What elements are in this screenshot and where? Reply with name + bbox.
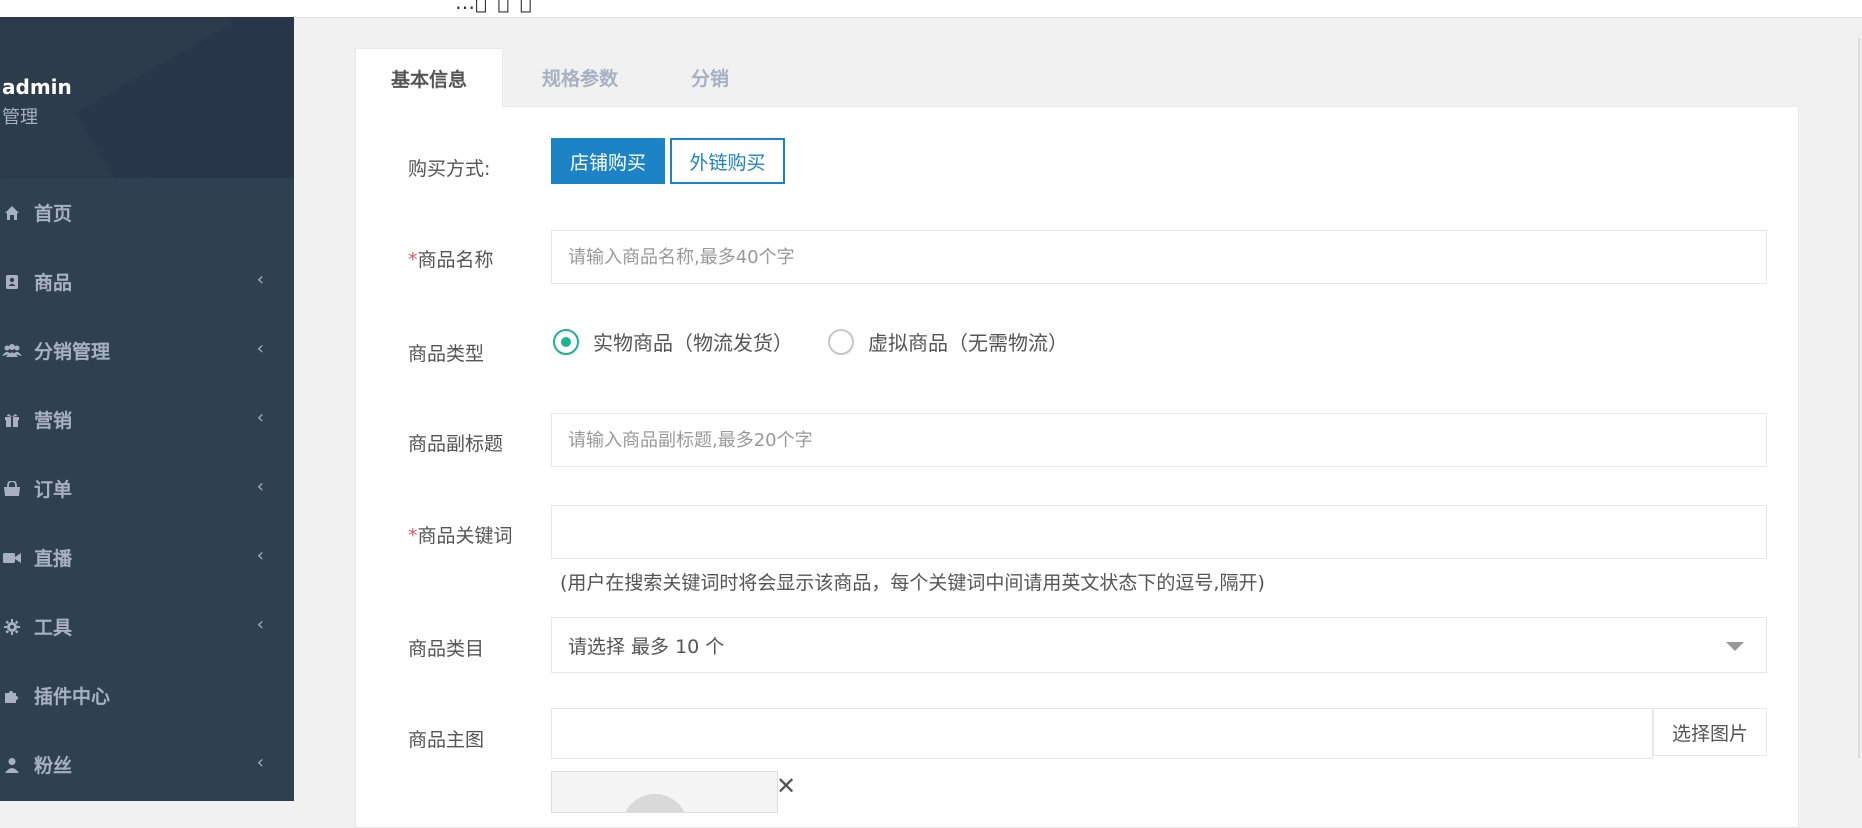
sidebar: admin 管理 首页 商品 ‹ 分销管理 ‹ 营销 ‹ 订单 ‹ 直播 ‹ 工… — [0, 17, 294, 801]
category-select-value: 请选择 最多 10 个 — [568, 635, 725, 658]
tab-specifications[interactable]: 规格参数 — [520, 48, 640, 106]
image-thumbnail — [551, 771, 778, 813]
keywords-input[interactable] — [551, 505, 1767, 559]
video-camera-icon — [2, 551, 22, 565]
sidebar-item-distribution[interactable]: 分销管理 ‹ — [0, 316, 294, 385]
chevron-left-icon: ‹ — [256, 407, 264, 428]
chevron-left-icon: ‹ — [256, 752, 264, 773]
product-name-input[interactable] — [551, 230, 1767, 284]
radio-checked-indicator — [553, 328, 579, 355]
sidebar-profile: admin 管理 — [0, 17, 294, 178]
sidebar-item-live[interactable]: 直播 ‹ — [0, 523, 294, 592]
sidebar-item-home[interactable]: 首页 — [0, 178, 294, 247]
keywords-label: *商品关键词 — [408, 521, 513, 548]
image-placeholder-shape — [622, 794, 688, 812]
product-name-label-text: 商品名称 — [417, 249, 494, 271]
gear-icon — [2, 618, 22, 635]
sidebar-item-label: 首页 — [34, 203, 73, 225]
sidebar-item-label: 工具 — [34, 617, 73, 639]
sidebar-item-label: 插件中心 — [34, 686, 111, 708]
top-bar: …ﾟ ﾞ ﾞ — [0, 0, 1862, 18]
home-icon — [2, 205, 22, 221]
product-type-label: 商品类型 — [408, 343, 485, 365]
sidebar-item-label: 订单 — [34, 479, 73, 501]
chevron-left-icon: ‹ — [256, 269, 264, 290]
sidebar-item-label: 营销 — [34, 410, 73, 432]
purchase-method-label: 购买方式: — [408, 158, 491, 180]
profile-username[interactable]: admin — [2, 75, 72, 99]
radio-label: 实物商品（物流发货） — [593, 331, 793, 355]
virtual-product-radio[interactable]: 虚拟商品（无需物流） — [828, 327, 1068, 356]
sidebar-item-tools[interactable]: 工具 ‹ — [0, 592, 294, 661]
sidebar-item-products[interactable]: 商品 ‹ — [0, 247, 294, 316]
chevron-down-icon — [1726, 642, 1744, 651]
main-image-label: 商品主图 — [408, 729, 485, 751]
puzzle-icon — [2, 688, 22, 704]
radio-unchecked-indicator — [828, 328, 854, 355]
profile-role: 管理 — [2, 107, 38, 128]
scrollbar-track[interactable] — [1858, 38, 1860, 758]
physical-product-radio[interactable]: 实物商品（物流发货） — [553, 327, 793, 356]
sidebar-item-label: 直播 — [34, 548, 73, 570]
external-link-purchase-button[interactable]: 外链购买 — [670, 138, 785, 184]
top-bar-text-fragment: …ﾟ ﾞ ﾞ — [455, 0, 536, 14]
contact-book-icon — [2, 274, 22, 290]
sidebar-item-orders[interactable]: 订单 ‹ — [0, 454, 294, 523]
chevron-left-icon: ‹ — [256, 338, 264, 359]
store-purchase-button[interactable]: 店铺购买 — [551, 138, 665, 184]
keywords-hint: (用户在搜索关键词时将会显示该商品，每个关键词中间请用英文状态下的逗号,隔开) — [560, 572, 1265, 594]
subtitle-input[interactable] — [551, 413, 1767, 467]
product-name-label: *商品名称 — [408, 245, 494, 272]
user-icon — [2, 757, 22, 773]
tab-distribution[interactable]: 分销 — [670, 48, 750, 106]
keywords-label-text: 商品关键词 — [417, 525, 513, 547]
radio-label: 虚拟商品（无需物流） — [868, 331, 1068, 355]
users-icon — [2, 343, 22, 359]
chevron-left-icon: ‹ — [256, 476, 264, 497]
close-icon[interactable]: ✕ — [776, 772, 796, 800]
required-mark: * — [408, 525, 418, 547]
required-mark: * — [408, 249, 418, 271]
choose-image-button[interactable]: 选择图片 — [1653, 708, 1767, 756]
gift-icon — [2, 412, 22, 428]
tab-basic-info[interactable]: 基本信息 — [355, 48, 503, 107]
sidebar-item-marketing[interactable]: 营销 ‹ — [0, 385, 294, 454]
sidebar-item-label: 分销管理 — [34, 341, 111, 363]
sidebar-menu: 首页 商品 ‹ 分销管理 ‹ 营销 ‹ 订单 ‹ 直播 ‹ 工具 ‹ 插件中心 … — [0, 178, 294, 799]
category-label: 商品类目 — [408, 638, 485, 660]
main-image-path-input[interactable] — [551, 708, 1653, 759]
sidebar-item-label: 商品 — [34, 272, 73, 294]
sidebar-item-label: 粉丝 — [34, 755, 73, 777]
subtitle-label: 商品副标题 — [408, 433, 504, 455]
chevron-left-icon: ‹ — [256, 545, 264, 566]
shopping-bag-icon — [2, 480, 22, 497]
sidebar-item-fans[interactable]: 粉丝 ‹ — [0, 730, 294, 799]
chevron-left-icon: ‹ — [256, 614, 264, 635]
category-select[interactable]: 请选择 最多 10 个 — [551, 617, 1767, 673]
sidebar-item-plugins[interactable]: 插件中心 — [0, 661, 294, 730]
